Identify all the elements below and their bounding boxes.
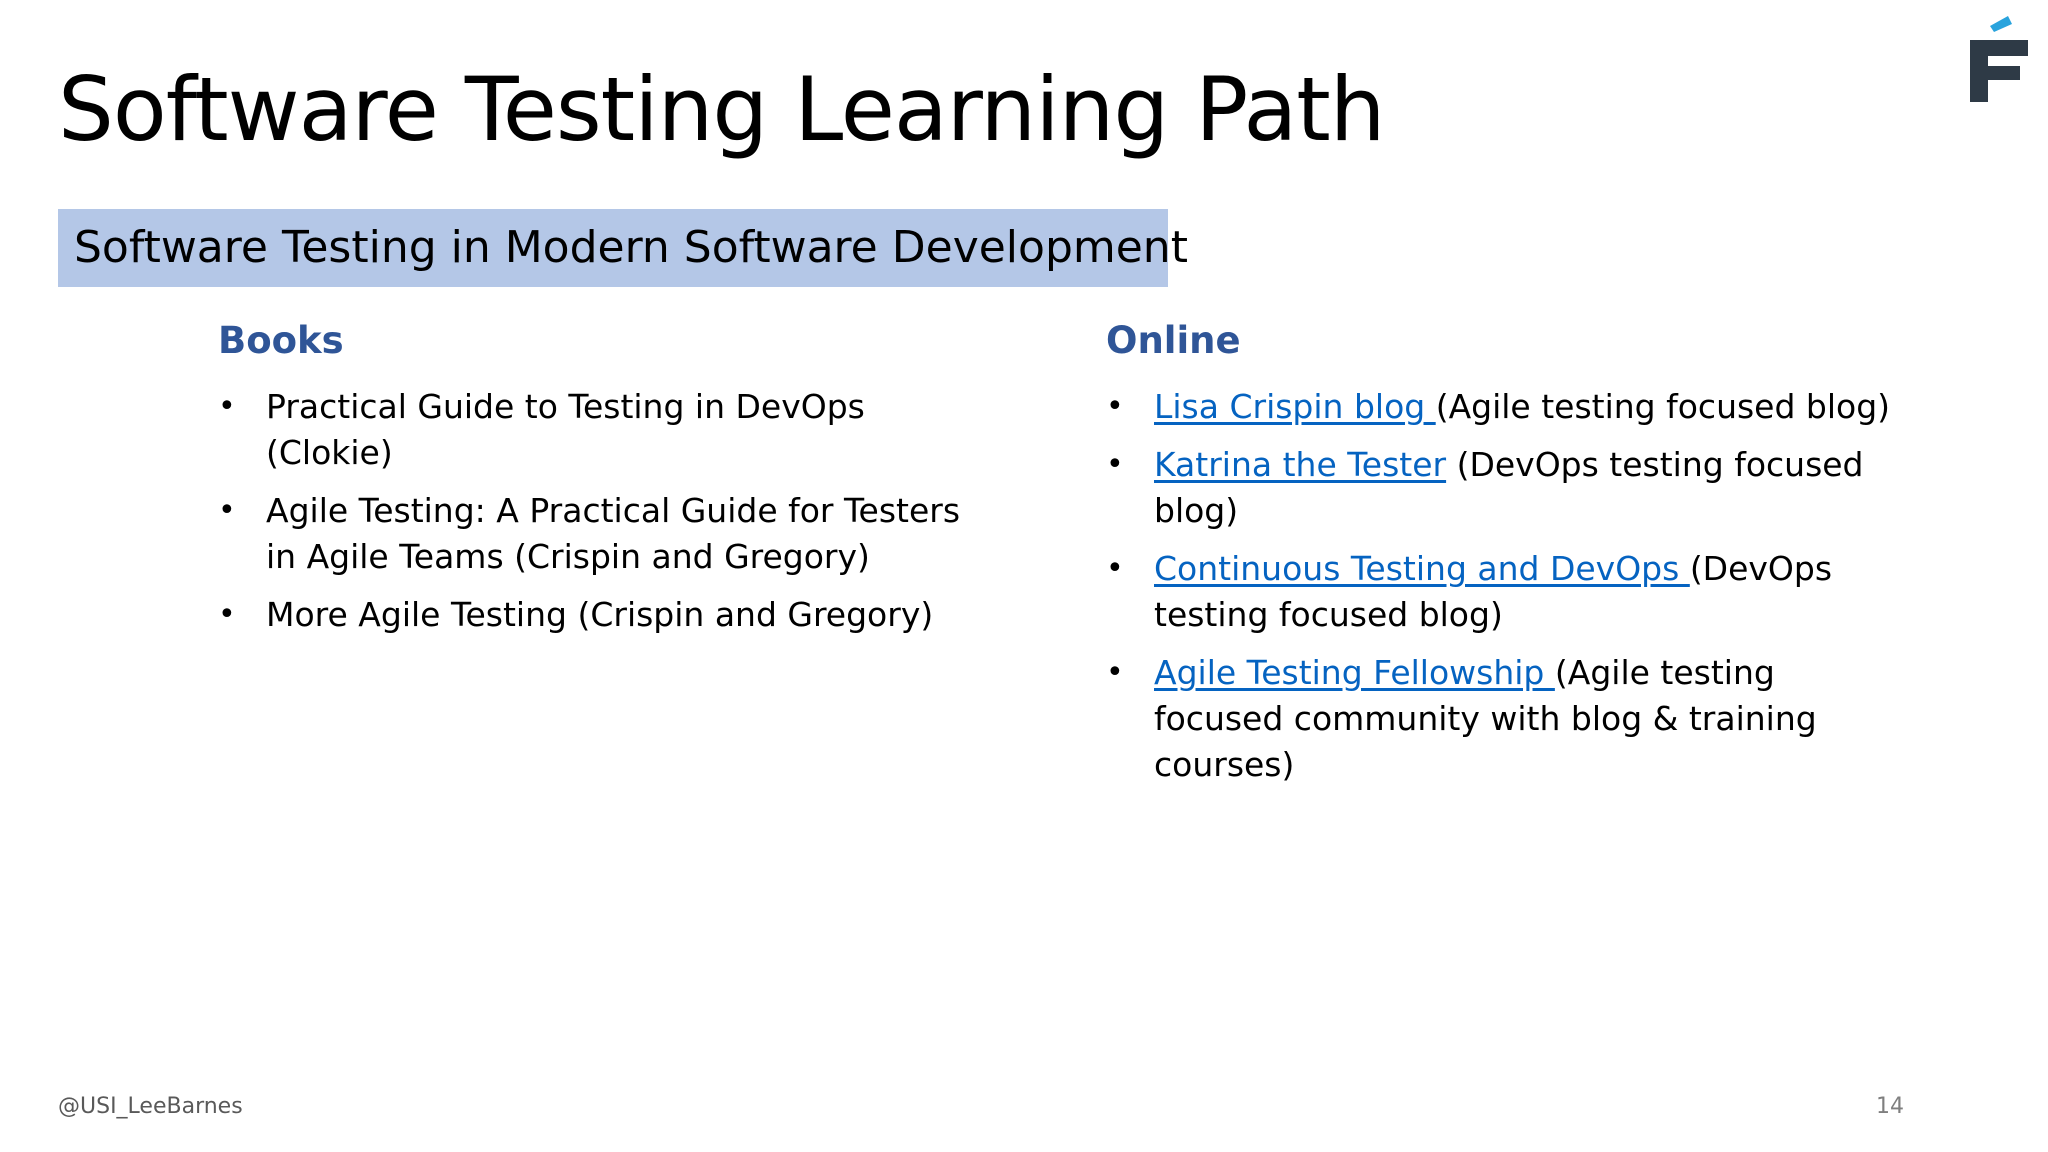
bullet-icon: • [1106,389,1124,425]
section-banner: Software Testing in Modern Software Deve… [58,209,1188,287]
list-item: • More Agile Testing (Crispin and Gregor… [218,592,998,638]
bullet-icon: • [218,493,236,529]
list-item: • Continuous Testing and DevOps (DevOps … [1106,546,1896,638]
books-column: Books • Practical Guide to Testing in De… [218,318,998,650]
book-title: Practical Guide to Testing in DevOps (Cl… [266,387,865,473]
footer-handle: @USI_LeeBarnes [58,1094,243,1119]
online-column: Online • Lisa Crispin blog (Agile testin… [1106,318,1896,800]
list-item: • Agile Testing Fellowship (Agile testin… [1106,650,1896,788]
continuous-testing-devops-link[interactable]: Continuous Testing and DevOps [1154,549,1690,588]
katrina-the-tester-link[interactable]: Katrina the Tester [1154,445,1446,484]
bullet-icon: • [218,597,236,633]
bullet-icon: • [1106,551,1124,587]
page-number: 14 [1876,1094,1904,1119]
book-title: Agile Testing: A Practical Guide for Tes… [266,491,961,577]
bullet-icon: • [1106,447,1124,483]
lisa-crispin-blog-link[interactable]: Lisa Crispin blog [1154,387,1436,426]
list-item: • Katrina the Tester (DevOps testing foc… [1106,442,1896,534]
f-logo-icon [1970,16,2028,102]
slide-title: Software Testing Learning Path [58,58,1386,161]
online-list: • Lisa Crispin blog (Agile testing focus… [1106,384,1896,788]
resource-description: (Agile testing focused blog) [1435,387,1891,427]
books-heading: Books [218,319,344,362]
bullet-icon: • [1106,655,1124,691]
list-item: • Agile Testing: A Practical Guide for T… [218,488,998,580]
books-list: • Practical Guide to Testing in DevOps (… [218,384,998,638]
list-item: • Practical Guide to Testing in DevOps (… [218,384,998,476]
section-title: Software Testing in Modern Software Deve… [74,222,1188,273]
online-heading: Online [1106,319,1241,362]
agile-testing-fellowship-link[interactable]: Agile Testing Fellowship [1154,653,1555,692]
bullet-icon: • [218,389,236,425]
book-title: More Agile Testing (Crispin and Gregory) [266,595,934,635]
list-item: • Lisa Crispin blog (Agile testing focus… [1106,384,1896,430]
